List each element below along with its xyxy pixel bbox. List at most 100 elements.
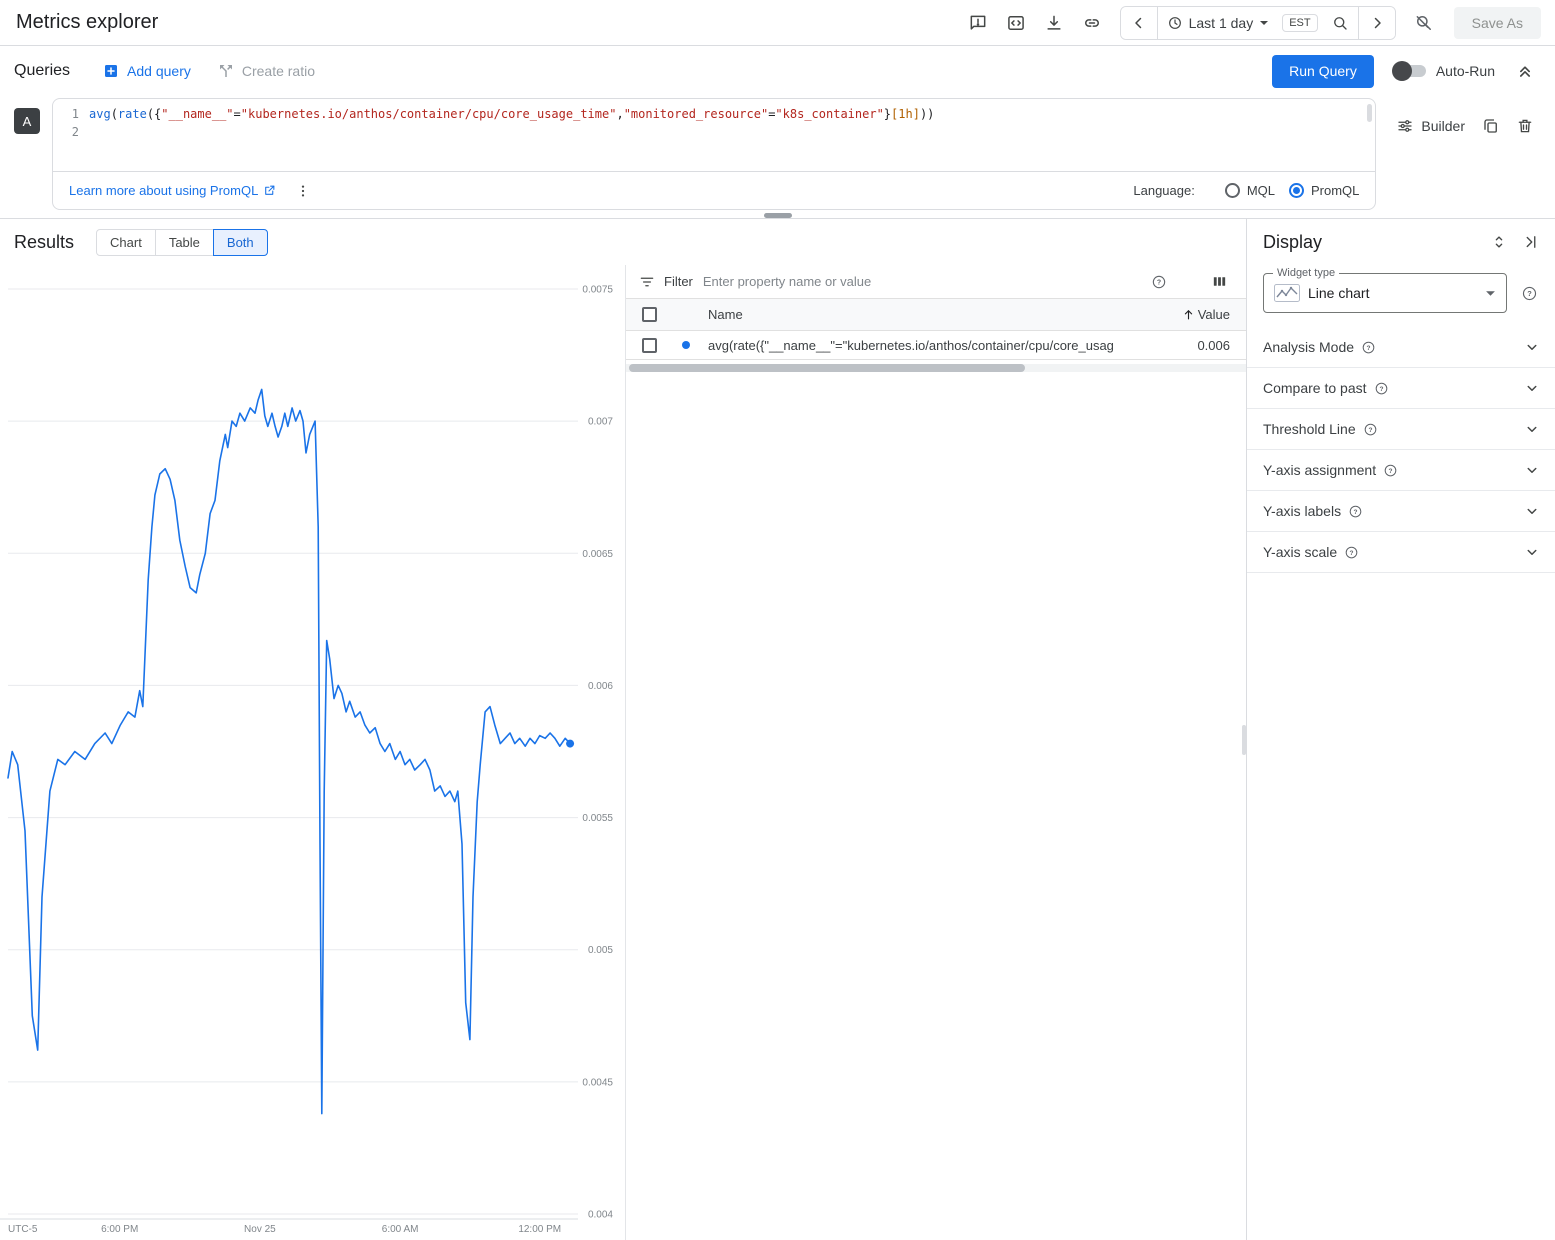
add-query-button[interactable]: Add query	[96, 58, 197, 84]
svg-text:?: ?	[1367, 344, 1371, 351]
scrollbar-thumb[interactable]	[629, 364, 1025, 372]
table-horizontal-scrollbar[interactable]	[626, 364, 1246, 372]
time-forward-button[interactable]	[1359, 7, 1395, 39]
widget-type-help-icon[interactable]: ?	[1515, 279, 1543, 307]
learn-more-link[interactable]: Learn more about using PromQL	[69, 183, 276, 198]
row-checkbox[interactable]	[642, 338, 657, 353]
svg-text:6:00 AM: 6:00 AM	[382, 1224, 419, 1235]
chevron-down-icon	[1523, 543, 1541, 561]
column-header-value[interactable]: Value	[1116, 307, 1246, 322]
svg-text:?: ?	[1354, 508, 1358, 515]
collapse-panel-icon[interactable]	[1515, 226, 1547, 258]
run-query-button[interactable]: Run Query	[1272, 55, 1374, 88]
call-split-icon	[217, 62, 235, 80]
results-section-label: Results	[14, 232, 74, 253]
duplicate-query-icon[interactable]	[1475, 110, 1507, 142]
select-all-checkbox[interactable]	[642, 307, 657, 322]
display-section-analysis-mode[interactable]: Analysis Mode?	[1247, 327, 1555, 368]
svg-text:?: ?	[1379, 385, 1383, 392]
editor-more-icon[interactable]	[290, 178, 316, 204]
svg-text:?: ?	[1350, 549, 1354, 556]
external-link-icon	[263, 184, 276, 197]
filter-icon	[638, 273, 656, 291]
tab-chart[interactable]: Chart	[96, 229, 156, 256]
query-letter-badge: A	[14, 108, 40, 134]
widget-type-legend: Widget type	[1273, 267, 1339, 279]
panel-resize-handle[interactable]	[764, 213, 792, 218]
svg-text:0.0065: 0.0065	[582, 549, 613, 560]
column-settings-icon[interactable]	[1204, 269, 1234, 295]
tab-table[interactable]: Table	[155, 229, 214, 256]
promql-code[interactable]: avg(rate({"__name__"="kubernetes.io/anth…	[89, 105, 1375, 171]
create-ratio-button[interactable]: Create ratio	[211, 58, 321, 84]
tune-icon	[1396, 117, 1414, 135]
series-color-dot	[682, 341, 690, 349]
help-icon: ?	[1363, 422, 1378, 437]
feedback-icon[interactable]	[962, 7, 994, 39]
auto-run-toggle[interactable]: Auto-Run	[1394, 63, 1495, 79]
chevron-down-icon	[1523, 338, 1541, 356]
svg-text:12:00 PM: 12:00 PM	[518, 1224, 561, 1235]
time-search-icon[interactable]	[1322, 7, 1358, 39]
save-as-button[interactable]: Save As	[1454, 7, 1541, 39]
filter-help-icon[interactable]: ?	[1146, 269, 1172, 295]
collapse-queries-icon[interactable]	[1509, 55, 1541, 87]
display-section-y-axis-assignment[interactable]: Y-axis assignment?	[1247, 450, 1555, 491]
display-section-y-axis-labels[interactable]: Y-axis labels?	[1247, 491, 1555, 532]
time-range-label: Last 1 day	[1189, 15, 1254, 31]
svg-text:?: ?	[1368, 426, 1372, 433]
time-back-button[interactable]	[1121, 7, 1157, 39]
help-icon: ?	[1374, 381, 1389, 396]
svg-text:UTC-5: UTC-5	[8, 1224, 38, 1235]
widget-type-select[interactable]: Widget type Line chart	[1263, 273, 1507, 313]
unfold-more-icon[interactable]	[1483, 226, 1515, 258]
svg-text:Nov 25: Nov 25	[244, 1224, 276, 1235]
svg-text:0.007: 0.007	[588, 417, 613, 428]
editor-scrollbar[interactable]	[1367, 104, 1372, 122]
chevron-down-icon	[1523, 502, 1541, 520]
display-section-y-axis-scale[interactable]: Y-axis scale?	[1247, 532, 1555, 573]
tab-both[interactable]: Both	[213, 229, 268, 256]
download-icon[interactable]	[1038, 7, 1070, 39]
column-header-name[interactable]: Name	[682, 307, 1116, 322]
language-radio-mql[interactable]: MQL	[1225, 183, 1275, 198]
query-editor-row: A 12 avg(rate({"__name__"="kubernetes.io…	[0, 96, 1555, 210]
timezone-badge[interactable]: EST	[1282, 14, 1317, 32]
help-icon: ?	[1348, 504, 1363, 519]
widget-type-row: Widget type Line chart ?	[1263, 273, 1543, 313]
panel-vertical-scrollbar[interactable]	[1242, 725, 1246, 755]
display-section-threshold-line[interactable]: Threshold Line?	[1247, 409, 1555, 450]
svg-text:0.004: 0.004	[588, 1210, 613, 1221]
line-chart-svg[interactable]: 0.00750.0070.00650.0060.00550.0050.00450…	[0, 265, 625, 1237]
line-chart-icon	[1274, 284, 1300, 302]
time-range-selector[interactable]: Last 1 day	[1158, 7, 1279, 39]
display-sections: Analysis Mode?Compare to past?Threshold …	[1247, 327, 1555, 573]
page-title: Metrics explorer	[16, 11, 158, 34]
zoom-off-icon[interactable]	[1408, 7, 1440, 39]
table-row[interactable]: avg(rate({"__name__"="kubernetes.io/anth…	[626, 331, 1246, 360]
timeseries-chart[interactable]: 0.00750.0070.00650.0060.00550.0050.00450…	[0, 265, 625, 1240]
svg-text:0.0075: 0.0075	[582, 285, 613, 296]
display-header: Display	[1247, 219, 1555, 265]
display-panel: Display Widget type Line chart ?	[1247, 219, 1555, 1240]
display-section-compare-to-past[interactable]: Compare to past?	[1247, 368, 1555, 409]
radio-icon	[1225, 183, 1240, 198]
svg-text:0.0045: 0.0045	[582, 1077, 613, 1088]
language-radio-promql[interactable]: PromQL	[1289, 183, 1359, 198]
line-numbers: 12	[53, 105, 89, 171]
delete-query-icon[interactable]	[1509, 110, 1541, 142]
panel-divider	[0, 218, 1555, 219]
code-area[interactable]: 12 avg(rate({"__name__"="kubernetes.io/a…	[53, 99, 1375, 171]
editor-tools: Builder	[1388, 98, 1541, 142]
builder-toggle[interactable]: Builder	[1388, 111, 1473, 141]
help-icon: ?	[1361, 340, 1376, 355]
code-icon[interactable]	[1000, 7, 1032, 39]
table-header-row: Name Value	[626, 299, 1246, 331]
svg-text:?: ?	[1389, 467, 1393, 474]
row-value: 0.006	[1136, 338, 1246, 353]
toggle-track	[1394, 65, 1426, 77]
filter-input[interactable]	[701, 273, 1138, 290]
language-label: Language:	[1133, 183, 1194, 198]
help-icon: ?	[1344, 545, 1359, 560]
link-icon[interactable]	[1076, 7, 1108, 39]
